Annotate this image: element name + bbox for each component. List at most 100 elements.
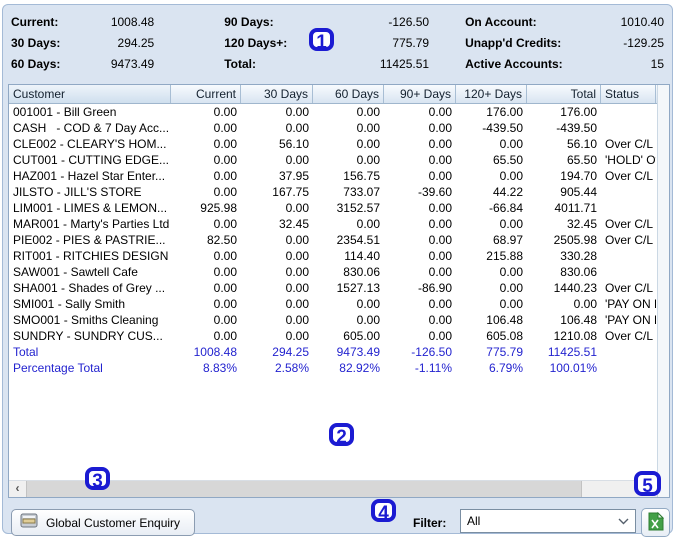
status-cell: Over C/L (605, 217, 654, 231)
table-header-row[interactable]: Customer Current 30 Days 60 Days 90+ Days 120… (9, 85, 669, 104)
column-header-90-days[interactable]: 90+ Days (384, 85, 456, 103)
amount-cell: -439.50 (482, 121, 523, 135)
amount-cell: 0.00 (428, 105, 452, 119)
customer-cell: HAZ001 - Hazel Star Enter... (13, 169, 166, 183)
table-row[interactable]: PIE002 - PIES & PASTRIE... 82.50 0.00 2354.… (9, 232, 657, 248)
customer-cell: CASH - COD & 7 Day Acc... (13, 121, 170, 135)
amount-cell: 0.00 (499, 281, 523, 295)
column-header-current[interactable]: Current (171, 85, 241, 103)
amount-cell: 176.00 (560, 105, 597, 119)
amount-cell: 82.50 (206, 233, 237, 247)
status-cell (601, 184, 656, 200)
scroll-left-arrow-icon[interactable]: ‹ (9, 481, 26, 497)
amount-cell: 0.00 (285, 153, 309, 167)
amount-cell: 194.70 (560, 169, 597, 183)
amount-cell: 0.00 (428, 297, 452, 311)
table-row[interactable]: CLE002 - CLEARY'S HOM... 0.00 56.10 0.00 0.0… (9, 136, 657, 152)
amount-cell: 0.00 (428, 249, 452, 263)
status-cell (601, 264, 656, 280)
amount-cell: 1527.13 (336, 281, 380, 295)
excel-export-icon (648, 511, 664, 534)
status-cell (601, 360, 656, 376)
amount-cell: 0.00 (428, 329, 452, 343)
total-row-label: Total (13, 345, 39, 359)
status-cell: 'HOLD' Over C/L (605, 153, 656, 167)
horizontal-scrollbar-track[interactable] (582, 481, 640, 497)
amount-cell: 0.00 (213, 121, 237, 135)
amount-cell: 0.00 (428, 121, 452, 135)
table-row[interactable]: SUNDRY - SUNDRY CUS... 0.00 0.00 605.00 0.00… (9, 328, 657, 344)
amount-cell: 0.00 (428, 233, 452, 247)
amount-cell: 0.00 (213, 169, 237, 183)
amount-cell: 0.00 (499, 265, 523, 279)
column-header-status[interactable]: Status (601, 85, 656, 103)
column-header-120-days[interactable]: 120+ Days (456, 85, 527, 103)
amount-cell: 0.00 (356, 313, 380, 327)
table-row[interactable]: SMO001 - Smiths Cleaning 0.00 0.00 0.00 0.00… (9, 312, 657, 328)
summary-column-3: On Account: 1010.40 Unapp'd Credits: -129.2… (465, 15, 664, 71)
amount-cell: 0.00 (213, 297, 237, 311)
amount-cell: 1440.23 (553, 281, 597, 295)
summary-value: -126.50 (388, 15, 430, 29)
global-customer-enquiry-button[interactable]: Global Customer Enquiry (11, 509, 196, 536)
filter-label: Filter: (413, 516, 447, 530)
amount-cell: 65.50 (492, 153, 523, 167)
amount-cell: 0.00 (499, 217, 523, 231)
amount-cell: 156.75 (343, 169, 380, 183)
amount-cell: 0.00 (285, 297, 309, 311)
amount-cell: 0.00 (285, 313, 309, 327)
customer-cell: JILSTO - JILL'S STORE (13, 185, 142, 199)
vertical-scrollbar[interactable] (657, 85, 669, 497)
amount-cell: 0.00 (428, 313, 452, 327)
summary-value: 15 (650, 57, 664, 71)
table-row[interactable]: SMI001 - Sally Smith 0.00 0.00 0.00 0.00 0.00… (9, 296, 657, 312)
table-row[interactable]: MAR001 - Marty's Parties Ltd 0.00 32.45 0.0… (9, 216, 657, 232)
column-header-60-days[interactable]: 60 Days (313, 85, 384, 103)
total-row-value: -126.50 (411, 345, 452, 359)
table-row[interactable]: JILSTO - JILL'S STORE 0.00 167.75 733.07 -39… (9, 184, 657, 200)
table-row[interactable]: HAZ001 - Hazel Star Enter... 0.00 37.95 156… (9, 168, 657, 184)
amount-cell: 0.00 (428, 201, 452, 215)
filter-select[interactable]: All (460, 509, 636, 533)
amount-cell: 0.00 (499, 169, 523, 183)
summary-value: 1010.40 (620, 15, 664, 29)
amount-cell: 0.00 (573, 297, 597, 311)
column-header-30-days[interactable]: 30 Days (241, 85, 313, 103)
table-row[interactable]: SHA001 - Shades of Grey ... 0.00 0.00 1527.… (9, 280, 657, 296)
amount-cell: 0.00 (428, 137, 452, 151)
column-header-customer[interactable]: Customer (9, 85, 171, 103)
status-cell: Over C/L (605, 281, 654, 295)
percentage-total-row-value: 8.83% (202, 361, 237, 375)
amount-cell: 0.00 (213, 105, 237, 119)
amount-cell: 0.00 (213, 281, 237, 295)
amount-cell: 32.45 (278, 217, 309, 231)
table-row[interactable]: SAW001 - Sawtell Cafe 0.00 0.00 830.06 0.00 0… (9, 264, 657, 280)
aged-balances-panel: Current: 1008.48 30 Days: 294.25 60 Days: 947… (2, 4, 673, 537)
table-row[interactable]: CUT001 - CUTTING EDGE... 0.00 0.00 0.00 0.00… (9, 152, 657, 168)
customer-cell: RIT001 - RITCHIES DESIGN (13, 249, 169, 263)
summary-value: 1008.48 (110, 15, 155, 29)
status-cell: Over C/L (605, 329, 654, 343)
amount-cell: -439.50 (556, 121, 597, 135)
summary-totals: Current: 1008.48 30 Days: 294.25 60 Days: 947… (11, 15, 664, 71)
column-header-total[interactable]: Total (527, 85, 601, 103)
amount-cell: 0.00 (213, 329, 237, 343)
summary-label: Unapp'd Credits: (465, 36, 562, 50)
table-row[interactable]: 001001 - Bill Green 0.00 0.00 0.00 0.00 176.0… (9, 104, 657, 120)
total-row-value: 775.79 (486, 345, 523, 359)
amount-cell: 0.00 (213, 265, 237, 279)
export-to-excel-button[interactable] (641, 508, 670, 537)
amount-cell: 605.08 (486, 329, 523, 343)
customer-cell: LIM001 - LIMES & LEMON... (13, 201, 168, 215)
table-row[interactable]: CASH - COD & 7 Day Acc... 0.00 0.00 0.00 0.0… (9, 120, 657, 136)
status-cell (601, 104, 656, 120)
table-row[interactable]: RIT001 - RITCHIES DESIGN 0.00 0.00 114.40 0.… (9, 248, 657, 264)
summary-label: On Account: (465, 15, 537, 29)
amount-cell: 0.00 (213, 217, 237, 231)
amount-cell: 65.50 (566, 153, 597, 167)
amount-cell: 0.00 (285, 105, 309, 119)
annotation-badge-5: 5 (634, 471, 661, 497)
customer-cell: CLE002 - CLEARY'S HOM... (13, 137, 167, 151)
table-row[interactable]: LIM001 - LIMES & LEMON... 925.98 0.00 3152.… (9, 200, 657, 216)
amount-cell: 3152.57 (336, 201, 380, 215)
